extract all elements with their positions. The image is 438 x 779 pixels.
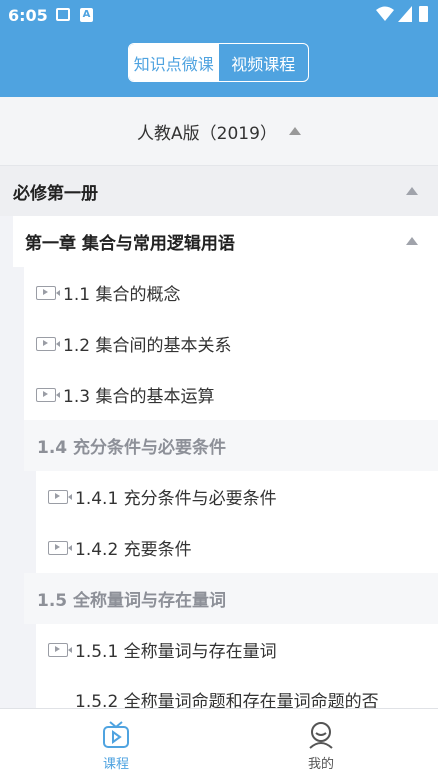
book-title: 必修第一册	[13, 183, 98, 204]
sublesson-label: 1.4.1 充分条件与必要条件	[75, 489, 277, 509]
version-label: 人教A版（2019）	[137, 123, 277, 144]
course-tree: 必修第一册 第一章 集合与常用逻辑用语 1.1 集合的概念 1.2 集合间的基本…	[0, 166, 438, 708]
collapse-arrow-icon	[406, 187, 418, 195]
app-header: 6:05 A 知识点微课 视频课程	[0, 0, 438, 97]
video-icon	[48, 489, 72, 504]
tab-micro-lessons[interactable]: 知识点微课	[129, 44, 219, 81]
sublesson-label: 1.4.2 充要条件	[75, 540, 192, 560]
lesson-label: 1.2 集合间的基本关系	[63, 336, 232, 356]
tv-icon	[103, 721, 129, 748]
status-time: 6:05	[8, 6, 48, 25]
sublesson-row[interactable]: 1.4.1 充分条件与必要条件	[36, 471, 438, 522]
lesson-row[interactable]: 1.3 集合的基本运算	[24, 369, 438, 420]
lesson-label: 1.3 集合的基本运算	[63, 387, 215, 407]
app-notification-icon: A	[80, 8, 93, 22]
sublesson-row[interactable]: 1.5.2 全称量词命题和存在量词命题的否	[36, 675, 438, 708]
section-label: 1.5 全称量词与存在量词	[37, 591, 227, 611]
signal-icon	[398, 6, 412, 22]
video-icon	[36, 285, 60, 300]
sublesson-label: 1.5.1 全称量词与存在量词	[75, 642, 277, 662]
tab-mine[interactable]: 我的	[261, 709, 381, 779]
section-row[interactable]: 1.5 全称量词与存在量词	[24, 573, 438, 624]
section-label: 1.4 充分条件与必要条件	[37, 438, 227, 458]
course-type-switch: 知识点微课 视频课程	[128, 43, 309, 82]
user-icon	[309, 722, 333, 749]
lesson-row[interactable]: 1.2 集合间的基本关系	[24, 318, 438, 369]
tab-video-courses[interactable]: 视频课程	[219, 44, 309, 81]
lesson-row[interactable]: 1.1 集合的概念	[24, 267, 438, 318]
video-icon	[36, 336, 60, 351]
video-icon	[48, 540, 72, 555]
lesson-label: 1.1 集合的概念	[63, 285, 181, 305]
sublesson-label: 1.5.2 全称量词命题和存在量词命题的否	[75, 692, 379, 708]
sublesson-row[interactable]: 1.5.1 全称量词与存在量词	[36, 624, 438, 675]
bottom-tab-bar: 课程 我的	[0, 708, 438, 779]
video-icon	[48, 642, 72, 657]
version-selector[interactable]: 人教A版（2019）	[0, 97, 438, 166]
video-icon	[36, 387, 60, 402]
tab-courses[interactable]: 课程	[56, 709, 176, 779]
chapter-title: 第一章 集合与常用逻辑用语	[25, 234, 235, 254]
battery-icon	[419, 6, 428, 22]
collapse-arrow-icon	[288, 127, 301, 135]
tab-mine-label: 我的	[307, 757, 334, 772]
status-bar: 6:05 A	[0, 0, 438, 30]
section-row[interactable]: 1.4 充分条件与必要条件	[24, 420, 438, 471]
chapter-row[interactable]: 第一章 集合与常用逻辑用语	[13, 216, 438, 267]
sublesson-row[interactable]: 1.4.2 充要条件	[36, 522, 438, 573]
image-icon	[56, 8, 70, 21]
book-row[interactable]: 必修第一册	[0, 166, 438, 216]
collapse-arrow-icon	[406, 237, 418, 245]
tab-courses-label: 课程	[102, 757, 129, 772]
wifi-icon	[376, 6, 394, 21]
